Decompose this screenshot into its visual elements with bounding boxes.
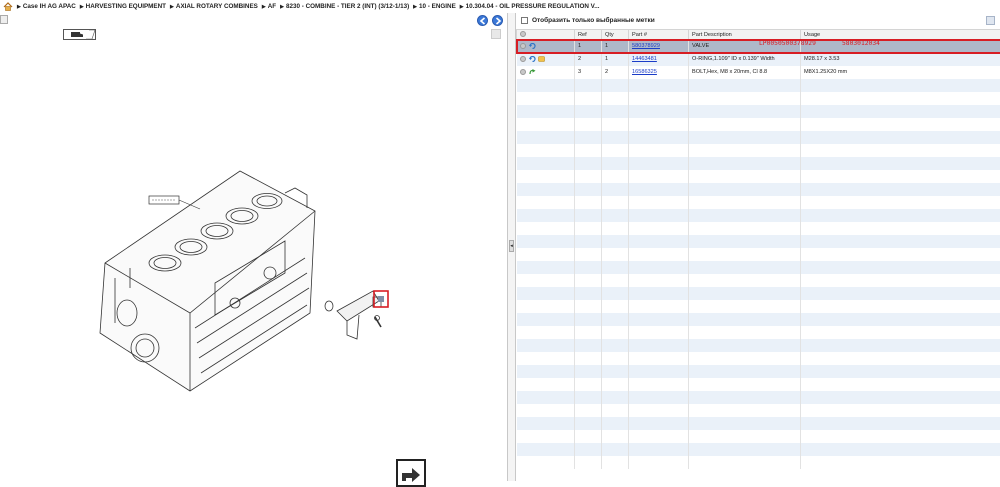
illustration-pane [0, 13, 508, 481]
overlay-code-2: 5803012034 [842, 40, 880, 47]
empty-row [517, 404, 1000, 417]
row-usage: M28.17 x 3.53 [801, 53, 1000, 66]
empty-row [517, 300, 1000, 313]
empty-row [517, 365, 1000, 378]
breadcrumb-item-0[interactable]: ▶Case IH AG APAC [17, 3, 76, 10]
empty-row [517, 287, 1000, 300]
empty-row [517, 209, 1000, 222]
row-ref: 3 [575, 66, 602, 79]
empty-row [517, 261, 1000, 274]
export-icon[interactable] [396, 459, 426, 487]
empty-row [517, 443, 1000, 456]
row-select-icon[interactable] [520, 56, 526, 62]
empty-row [517, 196, 1000, 209]
empty-row [517, 183, 1000, 196]
arrow-left-icon[interactable] [477, 15, 488, 26]
view-mode-tab[interactable] [63, 29, 96, 40]
empty-row [517, 248, 1000, 261]
empty-row [517, 417, 1000, 430]
empty-row [517, 326, 1000, 339]
table-row[interactable]: 3 2 16586325 BOLT,Hex, M8 x 20mm, Cl 8.8… [517, 66, 1000, 79]
show-selected-label: Отобразить только выбранные метки [532, 17, 655, 24]
row-qty: 1 [602, 53, 629, 66]
empty-row [517, 118, 1000, 131]
table-header: Ref Qty Part # Part Description Usage [517, 30, 1000, 40]
forward-arrow-icon [529, 69, 536, 75]
empty-row [517, 144, 1000, 157]
part-number-link[interactable]: 14463481 [632, 56, 657, 62]
row-ref: 1 [575, 40, 602, 53]
breadcrumb: ▶Case IH AG APAC ▶HARVESTING EQUIPMENT ▶… [0, 0, 1000, 12]
breadcrumb-item-5[interactable]: ▶10 - ENGINE [413, 3, 456, 10]
empty-row [517, 157, 1000, 170]
column-header-usage[interactable]: Usage [801, 30, 1000, 40]
empty-row [517, 105, 1000, 118]
show-selected-checkbox[interactable] [521, 17, 528, 24]
row-usage [801, 40, 1000, 53]
empty-row [517, 456, 1000, 469]
replacement-icon [529, 43, 536, 49]
empty-row [517, 339, 1000, 352]
parts-list-pane: Отобразить только выбранные метки Ref Qt… [516, 13, 1000, 481]
empty-row [517, 274, 1000, 287]
part-number-link[interactable]: 16586325 [632, 69, 657, 75]
row-description: BOLT,Hex, M8 x 20mm, Cl 8.8 [689, 66, 801, 79]
column-header-ref[interactable]: Ref [575, 30, 602, 40]
empty-row [517, 170, 1000, 183]
parts-table: Ref Qty Part # Part Description Usage 1 … [516, 29, 1000, 469]
column-header-part[interactable]: Part # [629, 30, 689, 40]
row-qty: 2 [602, 66, 629, 79]
empty-row [517, 378, 1000, 391]
kit-icon [538, 56, 545, 62]
overlay-code-1: LP0050500378929 [759, 40, 816, 47]
table-row[interactable]: 2 1 14463481 O-RING,1.109" ID x 0.139" W… [517, 53, 1000, 66]
filter-bar: Отобразить только выбранные метки [516, 14, 1000, 27]
breadcrumb-item-2[interactable]: ▶AXIAL ROTARY COMBINES [170, 3, 258, 10]
home-icon[interactable] [3, 2, 13, 11]
column-header-qty[interactable]: Qty [602, 30, 629, 40]
row-select-icon[interactable] [520, 43, 526, 49]
row-description: O-RING,1.109" ID x 0.139" Width [689, 53, 801, 66]
empty-row [517, 92, 1000, 105]
row-select-icon[interactable] [520, 69, 526, 75]
part-number-link[interactable]: 580378929 [632, 43, 660, 49]
zoom-reset-icon[interactable] [491, 29, 501, 39]
row-ref: 2 [575, 53, 602, 66]
illustration-toolbar [0, 13, 508, 27]
empty-row [517, 222, 1000, 235]
breadcrumb-item-3[interactable]: ▶AF [262, 3, 276, 10]
empty-row [517, 430, 1000, 443]
row-qty: 1 [602, 40, 629, 53]
empty-row [517, 352, 1000, 365]
empty-row [517, 391, 1000, 404]
empty-row [517, 235, 1000, 248]
settings-column-header[interactable] [517, 30, 575, 40]
row-usage: M8X1.25X20 mm [801, 66, 1000, 79]
engine-block-drawing [85, 163, 405, 398]
arrow-right-icon[interactable] [492, 15, 503, 26]
breadcrumb-item-4[interactable]: ▶8230 - COMBINE - TIER 2 (INT) (3/12-1/1… [280, 3, 409, 10]
panel-options-icon[interactable] [986, 16, 995, 25]
column-header-description[interactable]: Part Description [689, 30, 801, 40]
empty-row [517, 79, 1000, 92]
breadcrumb-item-1[interactable]: ▶HARVESTING EQUIPMENT [80, 3, 166, 10]
breadcrumb-item-6[interactable]: ▶10.304.04 - OIL PRESSURE REGULATION V..… [460, 3, 600, 10]
empty-row [517, 131, 1000, 144]
replacement-icon [529, 56, 536, 62]
splitter-handle-icon[interactable]: ◂ [509, 240, 514, 252]
expand-icon[interactable] [0, 15, 8, 24]
empty-row [517, 313, 1000, 326]
